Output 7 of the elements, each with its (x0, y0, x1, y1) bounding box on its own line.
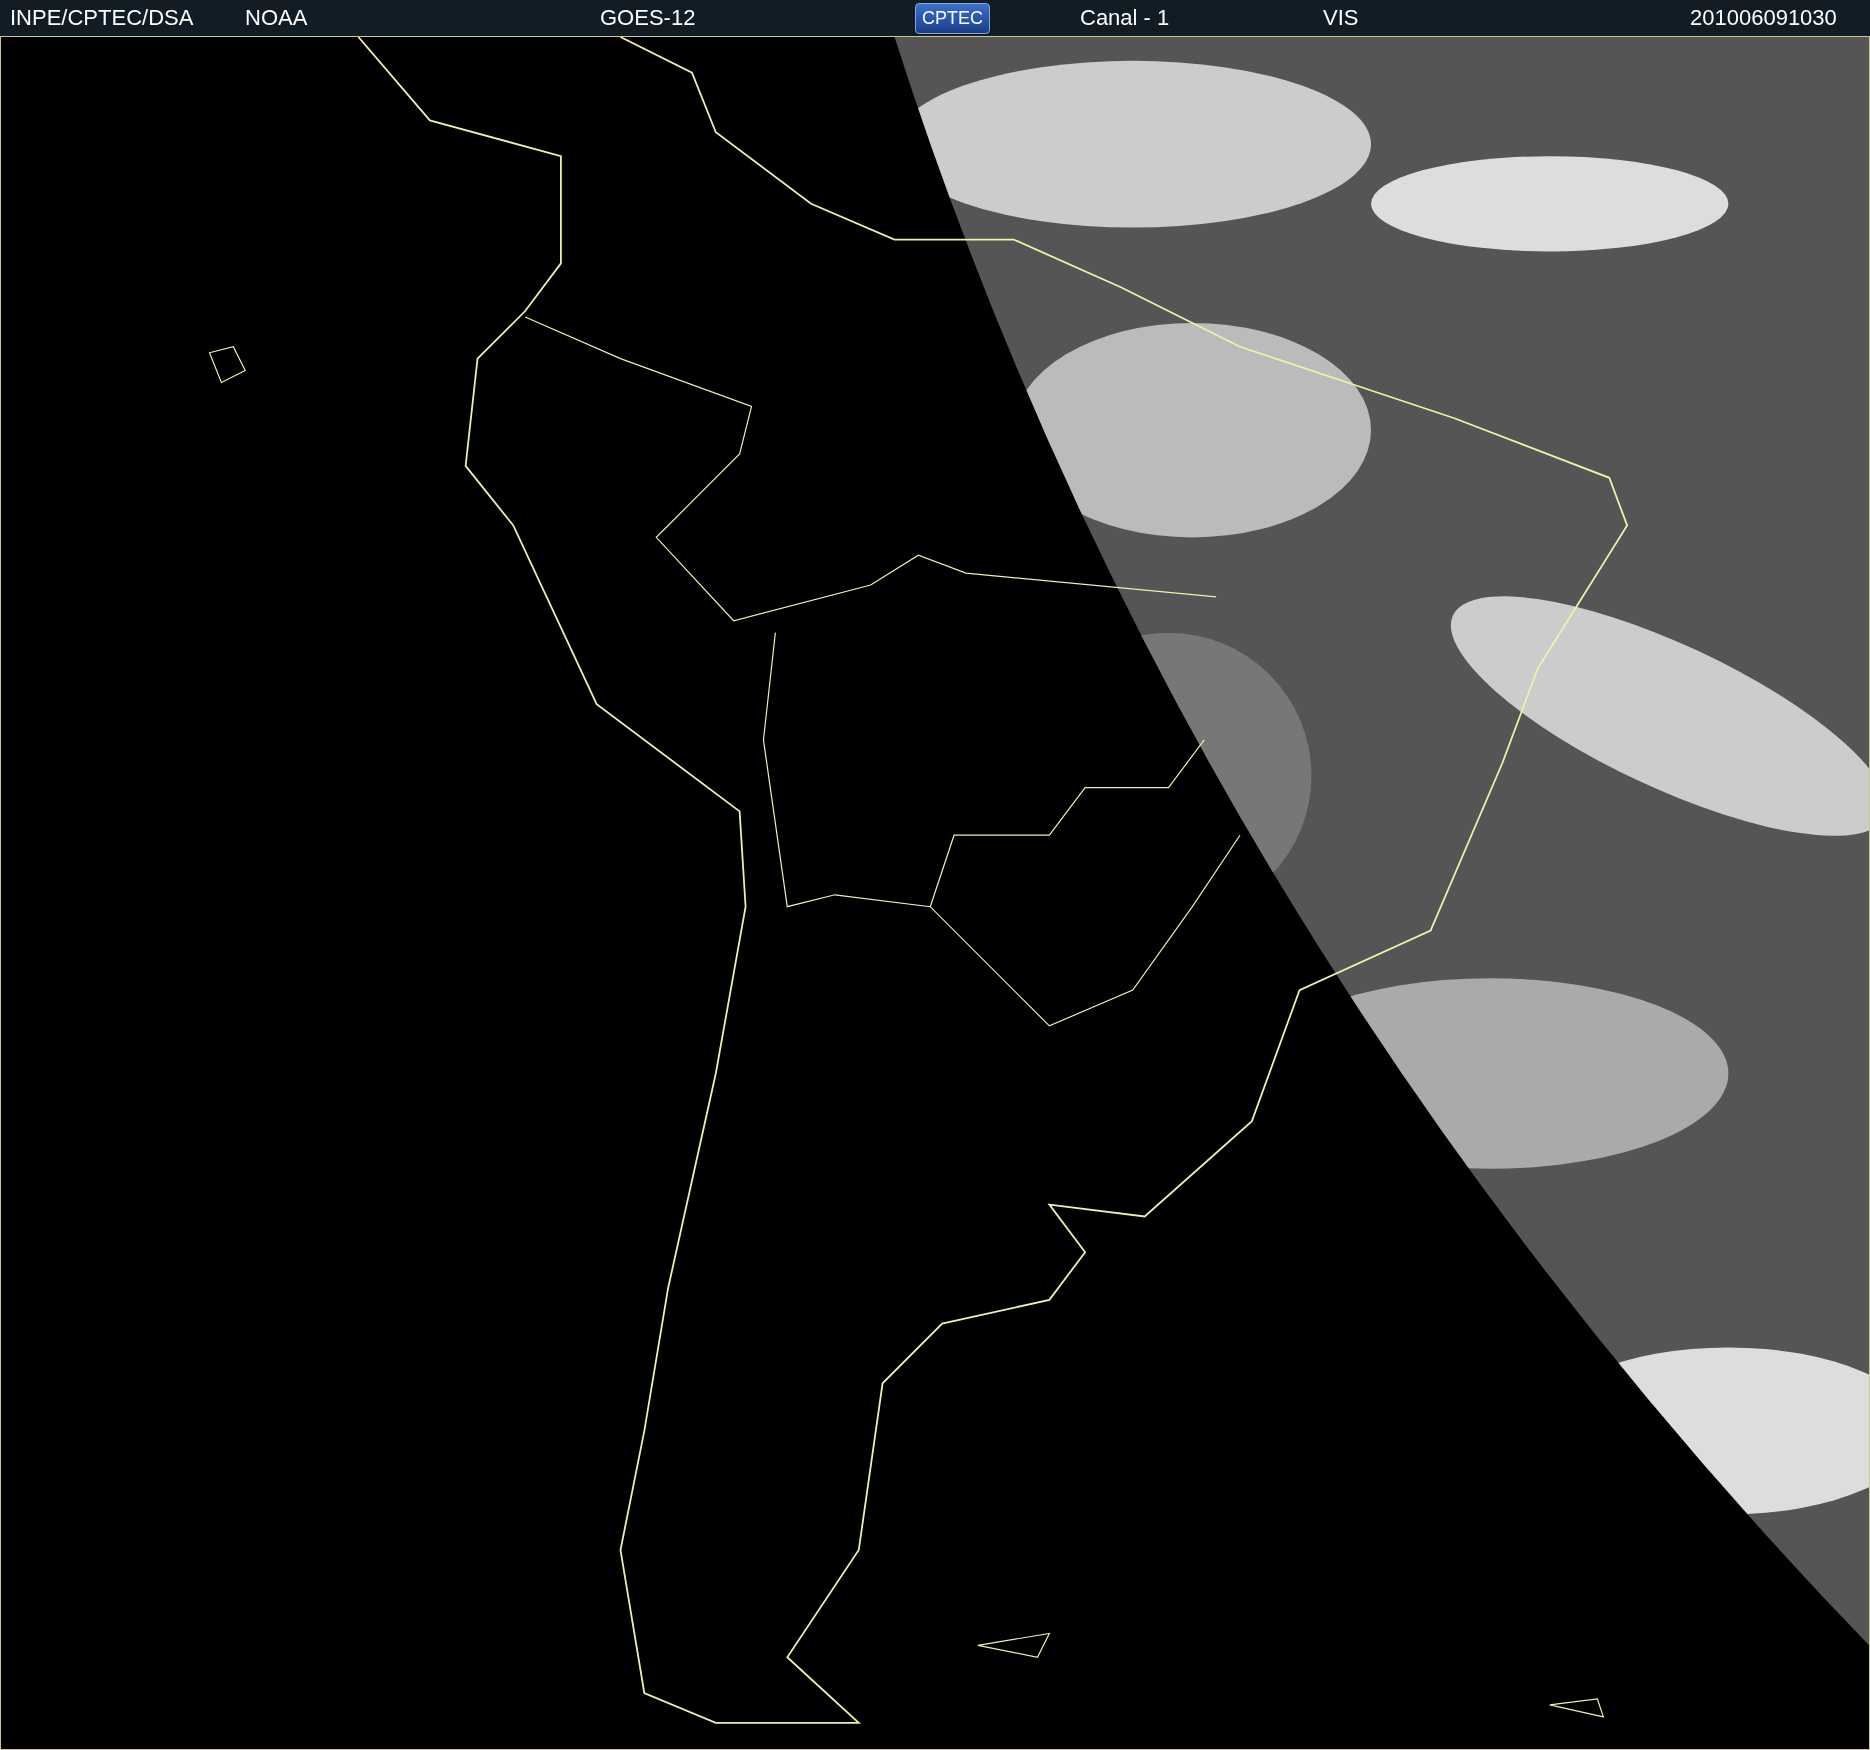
header-text: NOAA (245, 5, 308, 31)
logo: CPTEC (915, 2, 990, 34)
header-text: Canal - 1 (1080, 5, 1170, 31)
header-text: INPE/CPTEC/DSA (10, 5, 194, 31)
header-text: VIS (1323, 5, 1359, 31)
header-text: GOES-12 (600, 5, 696, 31)
header-text: 201006091030 (1690, 5, 1837, 31)
